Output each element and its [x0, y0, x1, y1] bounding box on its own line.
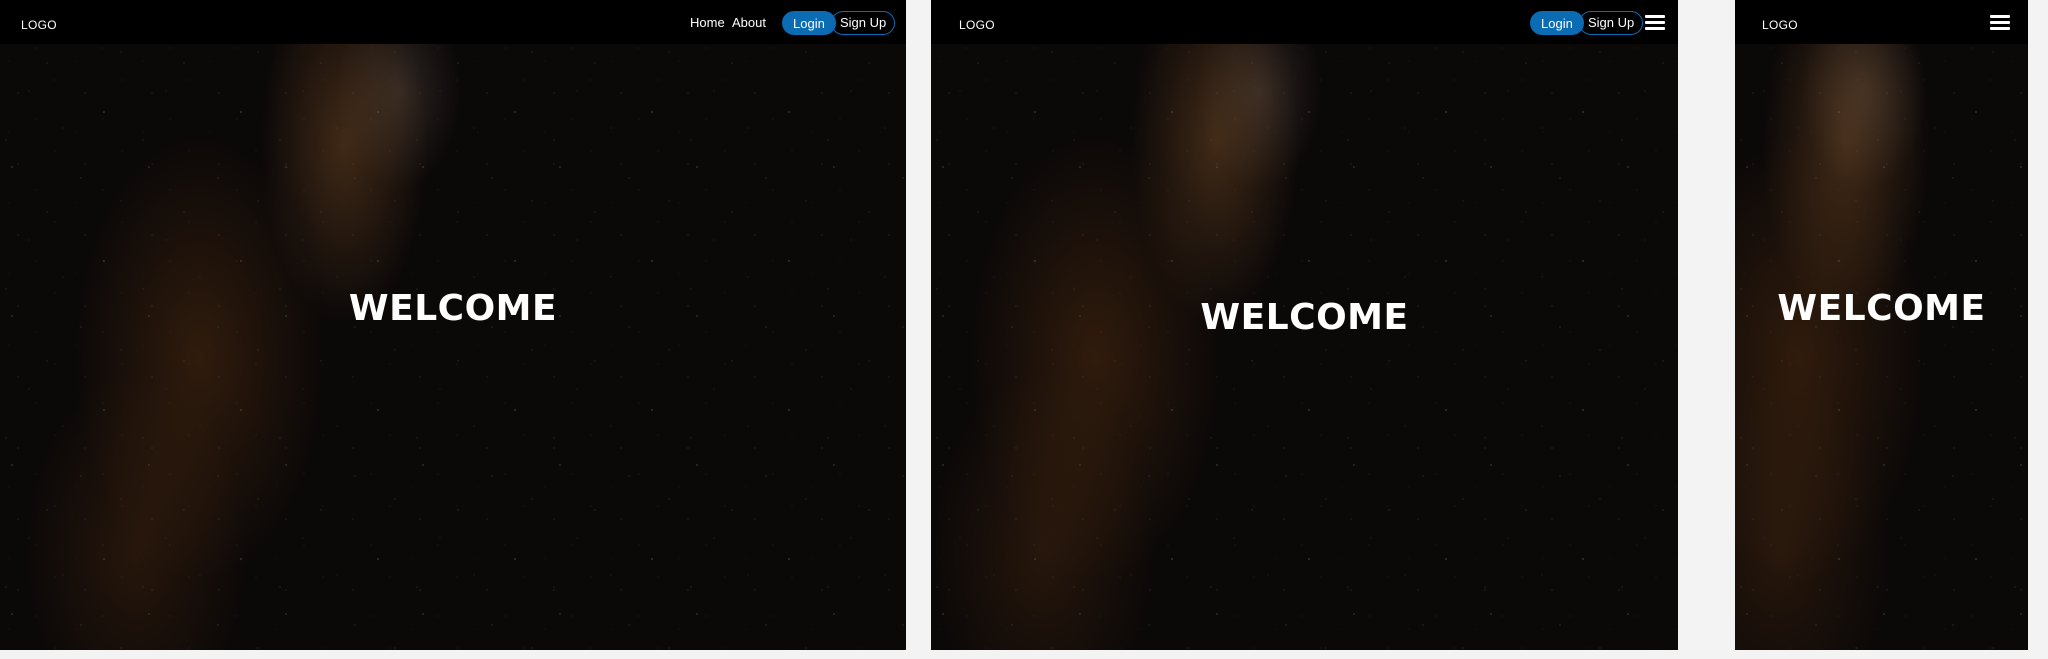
- desktop-login-button[interactable]: Login: [782, 11, 836, 35]
- desktop-logo[interactable]: LOGO: [21, 18, 57, 32]
- mobile-preview: LOGO WELCOME: [1735, 0, 2028, 650]
- desktop-preview: LOGO Home About Login Sign Up WELCOME: [0, 0, 906, 650]
- tablet-signup-button[interactable]: Sign Up: [1579, 11, 1644, 35]
- mobile-logo[interactable]: LOGO: [1762, 18, 1798, 32]
- desktop-signup-button[interactable]: Sign Up: [831, 11, 896, 35]
- tablet-navbar: LOGO Login Sign Up: [931, 0, 1678, 44]
- desktop-nav-about[interactable]: About: [732, 15, 766, 30]
- desktop-nav-home[interactable]: Home: [690, 15, 725, 30]
- desktop-navbar: LOGO Home About Login Sign Up: [0, 0, 906, 44]
- tablet-hero-title: WELCOME: [1200, 297, 1409, 338]
- mobile-navbar: LOGO: [1735, 0, 2028, 44]
- tablet-logo[interactable]: LOGO: [959, 18, 995, 32]
- desktop-hero-title: WELCOME: [348, 288, 558, 329]
- tablet-login-button[interactable]: Login: [1530, 11, 1584, 35]
- mobile-hero-title: WELCOME: [1777, 288, 1986, 329]
- hamburger-menu-icon[interactable]: [1645, 14, 1665, 30]
- hamburger-menu-icon[interactable]: [1990, 14, 2010, 30]
- tablet-preview: LOGO Login Sign Up WELCOME: [931, 0, 1678, 650]
